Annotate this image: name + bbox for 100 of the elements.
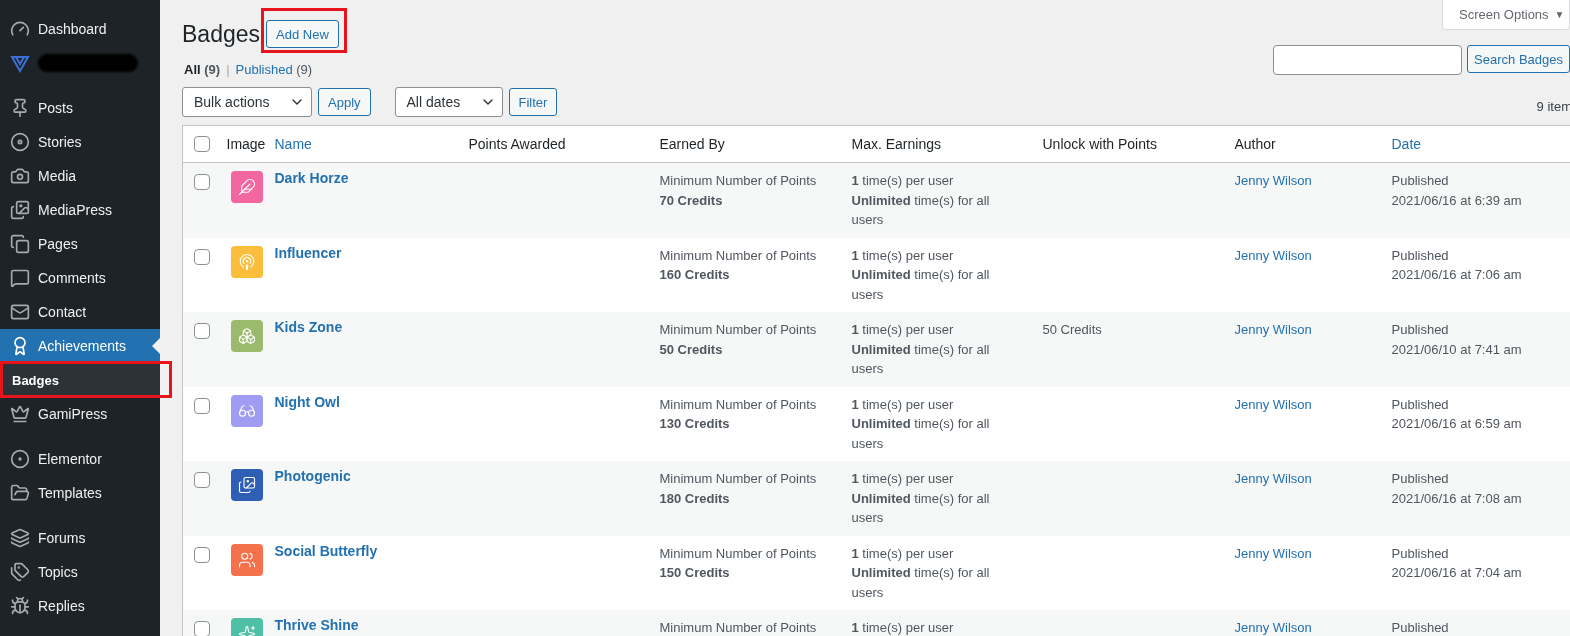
status-text: Published xyxy=(1391,172,1450,190)
disc-icon xyxy=(10,132,30,152)
sidebar-item[interactable]: Comments xyxy=(0,261,160,295)
apply-button[interactable]: Apply xyxy=(318,88,371,116)
column-header[interactable]: Name xyxy=(270,125,461,163)
select-all-checkbox[interactable] xyxy=(194,136,210,152)
sidebar-item[interactable]: Elementor xyxy=(0,442,160,476)
status-text: Published xyxy=(1391,246,1450,265)
max-earnings-text: Unlimited time(s) for all users xyxy=(851,489,991,527)
credits-text: 130 Credits xyxy=(659,415,731,433)
earned-by-text: Minimum Number of Points xyxy=(659,395,818,414)
date-text: 2021/06/16 at 7:08 am xyxy=(1391,489,1523,508)
badge-name-link[interactable]: Social Butterfly xyxy=(274,541,453,561)
boxes-icon xyxy=(237,327,256,345)
row-checkbox[interactable] xyxy=(194,621,210,636)
sidebar-item[interactable]: Forums xyxy=(0,521,160,555)
author-link[interactable]: Jenny Wilson xyxy=(1234,322,1312,337)
folder-icon xyxy=(10,483,30,503)
row-checkbox[interactable] xyxy=(194,323,210,339)
camera-icon xyxy=(10,166,30,186)
date-select[interactable]: All dates xyxy=(394,87,503,117)
podcast-icon xyxy=(237,252,256,271)
feather-icon xyxy=(237,178,256,196)
earned-by-text: Minimum Number of Points xyxy=(659,246,818,265)
sidebar-item[interactable]: Stories xyxy=(0,125,160,159)
author-link[interactable]: Jenny Wilson xyxy=(1234,620,1312,635)
tags-icon xyxy=(10,562,30,582)
badge-name-link[interactable]: Influencer xyxy=(274,243,453,263)
sidebar-item[interactable]: Contact xyxy=(0,295,160,329)
author-link[interactable]: Jenny Wilson xyxy=(1234,173,1312,188)
sidebar-item[interactable]: Posts xyxy=(0,91,160,125)
row-checkbox[interactable] xyxy=(194,472,210,488)
credits-text: 70 Credits xyxy=(659,191,724,210)
layers-icon xyxy=(10,528,30,548)
max-earnings-text: Unlimited time(s) for all users xyxy=(851,340,991,378)
badge-name-link[interactable]: Photogenic xyxy=(274,467,453,487)
logo-icon xyxy=(10,53,30,73)
row-checkbox[interactable] xyxy=(194,397,210,414)
earned-by-text: Minimum Number of Points xyxy=(659,544,818,563)
sidebar-item[interactable]: Dashboard xyxy=(0,12,160,46)
max-earnings-text: 1 time(s) per user xyxy=(851,321,955,339)
sidebar-item[interactable]: Achievements xyxy=(0,329,160,363)
credits-text: 150 Credits xyxy=(659,564,731,582)
max-earnings-text: 1 time(s) per user xyxy=(851,619,955,636)
max-earnings-text: Unlimited time(s) for all users xyxy=(851,191,991,229)
bulk-actions-select[interactable]: Bulk actions xyxy=(182,87,312,117)
earned-by-text: Minimum Number of Points xyxy=(659,470,818,488)
mail-icon xyxy=(10,302,30,322)
badge-name-link[interactable]: Kids Zone xyxy=(274,318,453,338)
crown-icon xyxy=(10,404,30,424)
row-checkbox[interactable] xyxy=(194,248,210,265)
search-field[interactable] xyxy=(1273,45,1463,75)
author-link[interactable]: Jenny Wilson xyxy=(1234,247,1312,263)
view-link[interactable]: Published (9) xyxy=(235,62,313,77)
pin-icon xyxy=(10,98,30,118)
credits-text: 180 Credits xyxy=(659,489,731,508)
column-header[interactable]: Date xyxy=(1383,125,1570,163)
date-text: 2021/06/10 at 7:41 am xyxy=(1391,340,1523,359)
max-earnings-text: Unlimited time(s) for all users xyxy=(851,564,991,602)
sidebar-item[interactable]: Replies xyxy=(0,589,160,623)
earned-by-text: Minimum Number of Points xyxy=(659,321,818,339)
column-header: Author xyxy=(1226,125,1384,163)
max-earnings-text: 1 time(s) per user xyxy=(851,395,955,414)
date-text: 2021/06/16 at 7:04 am xyxy=(1391,564,1523,582)
view-link[interactable]: All (9) xyxy=(184,62,221,77)
status-text: Published xyxy=(1391,321,1450,339)
row-checkbox[interactable] xyxy=(194,546,210,563)
max-earnings-text: Unlimited time(s) for all users xyxy=(851,266,991,304)
author-link[interactable]: Jenny Wilson xyxy=(1234,471,1312,486)
sidebar-item[interactable]: Pages xyxy=(0,227,160,261)
max-earnings-text: 1 time(s) per user xyxy=(851,172,955,190)
badge-name-link[interactable]: Thrive Shine xyxy=(274,616,453,636)
author-link[interactable]: Jenny Wilson xyxy=(1234,545,1312,561)
status-text: Published xyxy=(1391,619,1450,636)
column-header: Max. Earnings xyxy=(843,125,1035,163)
users-icon xyxy=(237,550,256,569)
filter-button[interactable]: Filter xyxy=(508,88,558,116)
sidebar-item[interactable]: GamiPress xyxy=(0,397,160,431)
sidebar-item[interactable]: Media xyxy=(0,159,160,193)
bug-icon xyxy=(10,596,30,616)
sidebar-item[interactable]: Templates xyxy=(0,476,160,510)
badge-name-link[interactable]: Dark Horze xyxy=(274,169,453,189)
current-notch xyxy=(152,338,160,354)
status-text: Published xyxy=(1391,470,1450,488)
badge-name-link[interactable]: Night Owl xyxy=(274,392,453,412)
screen-options-tab[interactable]: Screen Options ▼ xyxy=(1442,0,1570,30)
max-earnings-text: 1 time(s) per user xyxy=(851,544,955,563)
page-title: Badges xyxy=(182,20,260,48)
pages-icon xyxy=(10,234,30,254)
add-new-button[interactable]: Add New xyxy=(266,20,339,48)
date-text: 2021/06/16 at 6:59 am xyxy=(1391,415,1523,433)
earned-by-text: Minimum Number of Points xyxy=(659,619,818,636)
search-button[interactable]: Search Badges xyxy=(1467,45,1570,73)
max-earnings-text: Unlimited time(s) for all users xyxy=(851,415,991,453)
credits-text: 160 Credits xyxy=(659,266,731,284)
sidebar-item[interactable]: MediaPress xyxy=(0,193,160,227)
row-checkbox[interactable] xyxy=(194,174,210,190)
sidebar-item[interactable]: Topics xyxy=(0,555,160,589)
images-icon xyxy=(237,476,256,494)
author-link[interactable]: Jenny Wilson xyxy=(1234,396,1312,412)
